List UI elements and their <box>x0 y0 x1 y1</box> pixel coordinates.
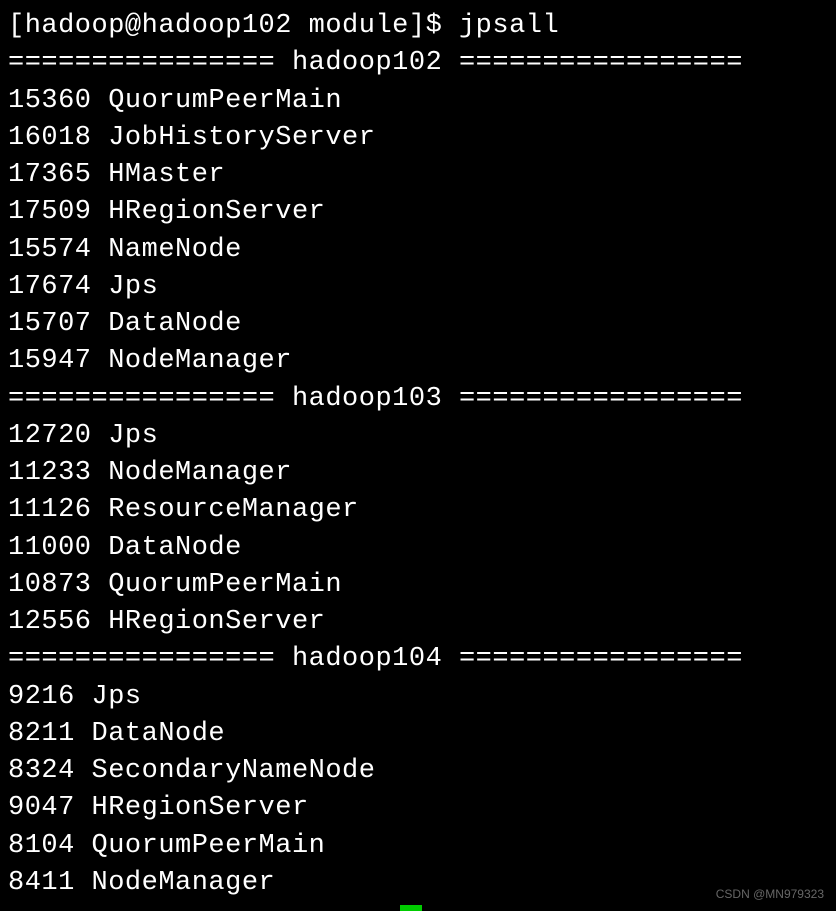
process-line-hadoop103-2: 11126 ResourceManager <box>8 492 828 529</box>
process-line-hadoop104-2: 8324 SecondaryNameNode <box>8 753 828 790</box>
process-line-hadoop104-1: 8211 DataNode <box>8 716 828 753</box>
process-line-hadoop104-4: 8104 QuorumPeerMain <box>8 828 828 865</box>
process-line-hadoop103-1: 11233 NodeManager <box>8 455 828 492</box>
process-line-hadoop102-7: 15947 NodeManager <box>8 343 828 380</box>
process-line-hadoop104-0: 9216 Jps <box>8 679 828 716</box>
process-line-hadoop102-1: 16018 JobHistoryServer <box>8 120 828 157</box>
host-separator-hadoop104: ================ hadoop104 =============… <box>8 641 828 678</box>
process-line-hadoop104-5: 8411 NodeManager <box>8 865 828 902</box>
watermark-text: CSDN @MN979323 <box>716 886 824 903</box>
terminal-output[interactable]: [hadoop@hadoop102 module]$ jpsall=======… <box>8 8 828 902</box>
process-line-hadoop102-3: 17509 HRegionServer <box>8 194 828 231</box>
process-line-hadoop102-4: 15574 NameNode <box>8 232 828 269</box>
process-line-hadoop102-6: 15707 DataNode <box>8 306 828 343</box>
process-line-hadoop102-0: 15360 QuorumPeerMain <box>8 83 828 120</box>
process-line-hadoop103-0: 12720 Jps <box>8 418 828 455</box>
process-line-hadoop102-2: 17365 HMaster <box>8 157 828 194</box>
cursor-indicator <box>400 905 422 911</box>
process-line-hadoop104-3: 9047 HRegionServer <box>8 790 828 827</box>
host-separator-hadoop102: ================ hadoop102 =============… <box>8 45 828 82</box>
prompt-line: [hadoop@hadoop102 module]$ jpsall <box>8 8 828 45</box>
process-line-hadoop103-5: 12556 HRegionServer <box>8 604 828 641</box>
process-line-hadoop103-4: 10873 QuorumPeerMain <box>8 567 828 604</box>
process-line-hadoop103-3: 11000 DataNode <box>8 530 828 567</box>
host-separator-hadoop103: ================ hadoop103 =============… <box>8 381 828 418</box>
process-line-hadoop102-5: 17674 Jps <box>8 269 828 306</box>
